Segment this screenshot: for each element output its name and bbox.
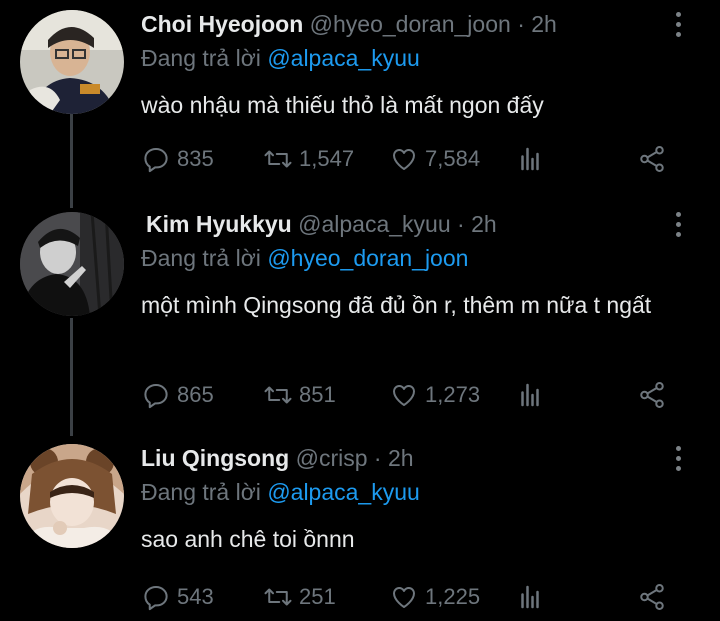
reply-icon [144,586,168,611]
heart-icon [392,587,416,608]
heart-icon [392,385,416,406]
more-icon[interactable] [676,12,682,40]
display-name[interactable]: Kim Hyukkyu [146,211,292,237]
retweet-icon [264,588,292,606]
reply-count: 543 [177,584,214,609]
stats-button[interactable] [515,582,545,612]
avatar-image [20,212,124,316]
reply-button[interactable]: 835 [141,144,214,174]
display-name[interactable]: Choi Hyeojoon [141,11,303,37]
tweet[interactable]: Kim Hyukkyu @alpaca_kyuu · 2h Đang trả l… [0,210,720,425]
avatar[interactable] [20,10,124,114]
reply-mention[interactable]: @alpaca_kyuu [267,45,420,71]
more-icon[interactable] [676,212,682,240]
avatar[interactable] [20,444,124,548]
retweet-icon [264,150,292,168]
separator: · [457,211,465,237]
reply-button[interactable]: 865 [141,380,214,410]
like-button[interactable]: 1,225 [389,582,480,612]
retweet-count: 851 [299,382,336,407]
like-button[interactable]: 1,273 [389,380,480,410]
share-icon [640,584,664,610]
reply-mention[interactable]: @alpaca_kyuu [267,479,420,505]
avatar-image [20,10,124,114]
retweet-count: 251 [299,584,336,609]
like-button[interactable]: 7,584 [389,144,480,174]
tweet-header: Choi Hyeojoon @hyeo_doran_joon · 2h [141,10,557,38]
stats-icon [521,147,539,171]
avatar-image [20,444,124,548]
replying-to: Đang trả lời @hyeo_doran_joon [141,244,468,272]
tweet-text: sao anh chê toi ồnnn [141,526,355,552]
stats-button[interactable] [515,380,545,410]
more-icon[interactable] [676,446,682,474]
reply-icon [144,148,168,173]
reply-count: 865 [177,382,214,407]
avatar[interactable] [20,212,124,316]
tweet-header: Kim Hyukkyu @alpaca_kyuu · 2h [146,210,497,238]
reply-button[interactable]: 543 [141,582,214,612]
retweet-button[interactable]: 851 [263,380,336,410]
share-icon [640,146,664,172]
retweet-icon [264,386,292,404]
reply-mention[interactable]: @hyeo_doran_joon [267,245,468,271]
stats-icon [521,383,539,407]
tweet-actions: 865 851 1,273 [141,380,681,410]
tweet-actions: 543 251 1,225 [141,582,681,612]
like-count: 1,273 [425,382,481,407]
tweet[interactable]: Choi Hyeojoon @hyeo_doran_joon · 2h Đang… [0,10,720,200]
reply-prefix: Đang trả lời [141,245,261,271]
reply-prefix: Đang trả lời [141,479,261,505]
tweet-text: wào nhậu mà thiếu thỏ là mất ngon đấy [141,92,544,118]
reply-count: 835 [177,146,214,171]
replying-to: Đang trả lời @alpaca_kyuu [141,478,420,506]
share-icon [640,382,664,408]
share-button[interactable] [637,582,673,612]
heart-icon [392,149,416,170]
retweet-button[interactable]: 1,547 [263,144,354,174]
tweet-header: Liu Qingsong @crisp · 2h [141,444,414,472]
timestamp[interactable]: 2h [388,445,414,471]
retweet-button[interactable]: 251 [263,582,336,612]
user-handle[interactable]: @crisp [296,445,368,471]
separator: · [517,11,525,37]
like-count: 1,225 [425,584,481,609]
replying-to: Đang trả lời @alpaca_kyuu [141,44,420,72]
share-button[interactable] [637,380,673,410]
display-name[interactable]: Liu Qingsong [141,445,289,471]
stats-icon [521,585,539,609]
like-count: 7,584 [425,146,481,171]
tweet-text: một mình Qingsong đã đủ ồn r, thêm m nữa… [141,292,652,318]
tweet[interactable]: Liu Qingsong @crisp · 2h Đang trả lời @a… [0,444,720,619]
reply-prefix: Đang trả lời [141,45,261,71]
reply-icon [144,384,168,409]
retweet-count: 1,547 [299,146,355,171]
timestamp[interactable]: 2h [531,11,557,37]
stats-button[interactable] [515,144,545,174]
timestamp[interactable]: 2h [471,211,497,237]
share-button[interactable] [637,144,673,174]
separator: · [373,445,382,471]
user-handle[interactable]: @hyeo_doran_joon [310,11,511,37]
user-handle[interactable]: @alpaca_kyuu [298,211,451,237]
tweet-actions: 835 1,547 7,584 [141,144,681,174]
